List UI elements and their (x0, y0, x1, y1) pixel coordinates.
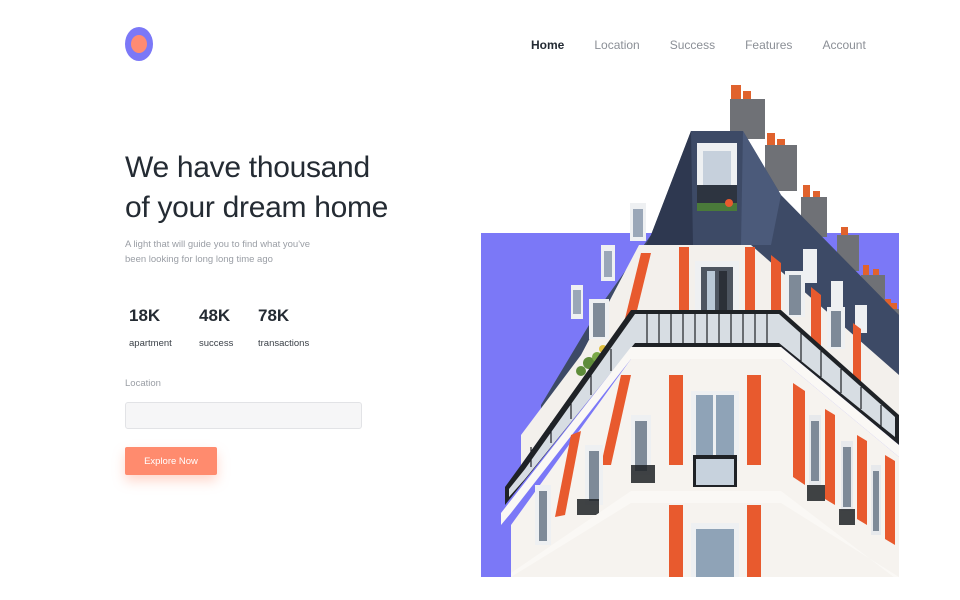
nav-item-home[interactable]: Home (531, 38, 564, 52)
stat-label: success (199, 338, 234, 349)
nav-item-account[interactable]: Account (822, 38, 865, 52)
stat-value: 18K (129, 306, 161, 325)
hero-image (481, 85, 899, 577)
main-nav: Home Location Success Features Account (531, 38, 866, 52)
stat-label: transactions (258, 338, 310, 349)
hero-subtitle-line2: been looking for long long time ago (125, 254, 273, 265)
explore-now-button[interactable]: Explore Now (125, 447, 217, 475)
location-label: Location (125, 378, 161, 389)
nav-item-success[interactable]: Success (670, 38, 715, 52)
nav-item-features[interactable]: Features (745, 38, 792, 52)
stat-value: 48K (199, 306, 231, 325)
stat-apartment: 18K apartment (129, 305, 199, 349)
brand-logo[interactable] (125, 27, 153, 61)
hero-subtitle: A light that will guide you to find what… (125, 237, 335, 267)
hero-title-line2: of your dream home (125, 191, 389, 224)
stat-value: 78K (258, 306, 290, 325)
nav-item-location[interactable]: Location (594, 38, 639, 52)
stats-row: 18K apartment 48K success 78K transactio… (129, 305, 328, 349)
hero-title: We have thousand of your dream home (125, 148, 425, 228)
stat-success: 48K success (199, 305, 258, 349)
building-illustration (501, 85, 899, 577)
hero-title-line1: We have thousand (125, 151, 370, 184)
stat-transactions: 78K transactions (258, 305, 328, 349)
location-input[interactable] (125, 402, 362, 429)
stat-label: apartment (129, 338, 172, 349)
logo-inner-dot (131, 35, 147, 53)
hero-subtitle-line1: A light that will guide you to find what… (125, 239, 311, 250)
